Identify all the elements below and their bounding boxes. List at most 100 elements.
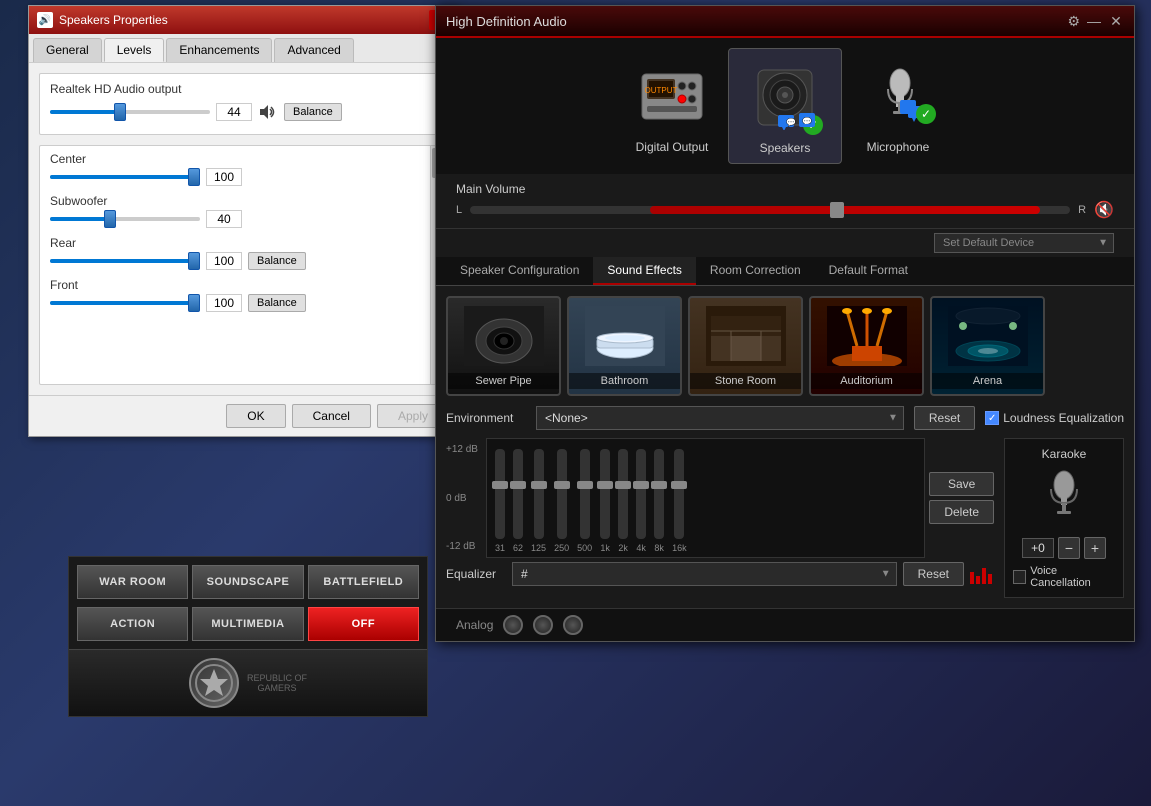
tab-levels[interactable]: Levels: [104, 38, 165, 62]
env-bathroom[interactable]: Bathroom: [567, 296, 682, 396]
eq-handle-8k[interactable]: [651, 481, 667, 489]
settings-icon[interactable]: ⚙: [1067, 13, 1080, 30]
eq-save-button[interactable]: Save: [929, 472, 994, 496]
eq-label-8k: 8k: [654, 543, 664, 553]
environment-reset-button[interactable]: Reset: [914, 406, 975, 430]
eq-delete-button[interactable]: Delete: [929, 500, 994, 524]
device-digital-output[interactable]: OUTPUT Digital Output: [616, 48, 728, 164]
rog-btn-war-room[interactable]: WAR ROOM: [77, 565, 188, 599]
sewer-pipe-label: Sewer Pipe: [448, 373, 559, 389]
balance-button-realtek[interactable]: Balance: [284, 103, 342, 121]
rear-value-input[interactable]: [206, 252, 242, 270]
eq-handle-62[interactable]: [510, 481, 526, 489]
eq-preset-select[interactable]: #: [512, 562, 897, 586]
front-thumb[interactable]: [188, 294, 200, 312]
eq-handle-16k[interactable]: [671, 481, 687, 489]
main-volume-track[interactable]: [470, 206, 1070, 214]
ok-button[interactable]: OK: [226, 404, 285, 428]
env-arena[interactable]: Arena: [930, 296, 1045, 396]
eq-handle-125[interactable]: [531, 481, 547, 489]
microphone-check-icon: ✓: [916, 104, 936, 124]
eq-slider-125[interactable]: [534, 449, 544, 539]
channel-front-slider-row: Balance: [50, 294, 436, 312]
front-value-input[interactable]: [206, 294, 242, 312]
tab-enhancements[interactable]: Enhancements: [166, 38, 272, 62]
realtek-volume-input[interactable]: 44: [216, 103, 252, 121]
karaoke-plus-button[interactable]: +: [1084, 537, 1106, 559]
eq-handle-1k[interactable]: [597, 481, 613, 489]
center-thumb[interactable]: [188, 168, 200, 186]
subwoofer-value-input[interactable]: [206, 210, 242, 228]
subwoofer-track[interactable]: [50, 217, 200, 221]
voice-cancellation-checkbox[interactable]: [1013, 570, 1026, 584]
balance-button-rear[interactable]: Balance: [248, 252, 306, 270]
center-track[interactable]: [50, 175, 200, 179]
device-speakers[interactable]: 💬 ✓ 💬 Speakers: [728, 48, 842, 164]
volume-icon[interactable]: [258, 102, 278, 122]
realtek-slider-thumb[interactable]: [114, 103, 126, 121]
tab-sound-effects[interactable]: Sound Effects: [593, 257, 696, 285]
tab-room-correction[interactable]: Room Correction: [696, 257, 815, 285]
channel-center-slider-row: [50, 168, 436, 186]
env-auditorium[interactable]: Auditorium: [809, 296, 924, 396]
eq-slider-500[interactable]: [580, 449, 590, 539]
eq-col-2k: 2k: [618, 449, 628, 553]
device-microphone[interactable]: ✓ Microphone: [842, 48, 954, 164]
eq-slider-2k[interactable]: [618, 449, 628, 539]
eq-handle-500[interactable]: [577, 481, 593, 489]
rog-btn-soundscape[interactable]: SOUNDSCAPE: [192, 565, 303, 599]
rog-btn-battlefield[interactable]: BATTLEFIELD: [308, 565, 419, 599]
eq-handle-2k[interactable]: [615, 481, 631, 489]
stone-room-label: Stone Room: [690, 373, 801, 389]
main-volume-handle[interactable]: [830, 202, 844, 218]
minimize-button[interactable]: —: [1086, 13, 1102, 29]
mute-icon[interactable]: 🔇: [1094, 200, 1114, 220]
center-value-input[interactable]: [206, 168, 242, 186]
eq-bars-icon[interactable]: [970, 564, 994, 584]
front-track[interactable]: [50, 301, 200, 305]
eq-slider-8k[interactable]: [654, 449, 664, 539]
eq-handle-4k[interactable]: [633, 481, 649, 489]
tab-general[interactable]: General: [33, 38, 102, 62]
rog-btn-action[interactable]: ACTION: [77, 607, 188, 641]
eq-label-500: 500: [577, 543, 592, 553]
digital-output-label: Digital Output: [636, 140, 709, 154]
eq-label-1k: 1k: [600, 543, 610, 553]
loudness-checkbox[interactable]: ✓: [985, 411, 999, 425]
eq-slider-1k[interactable]: [600, 449, 610, 539]
eq-handle-250[interactable]: [554, 481, 570, 489]
balance-button-front[interactable]: Balance: [248, 294, 306, 312]
cancel-button[interactable]: Cancel: [292, 404, 371, 428]
digital-output-icon-wrap: OUTPUT: [632, 56, 712, 136]
eq-slider-250[interactable]: [557, 449, 567, 539]
analog-dot-1[interactable]: [503, 615, 523, 635]
tab-advanced[interactable]: Advanced: [274, 38, 353, 62]
rear-thumb[interactable]: [188, 252, 200, 270]
default-device-select[interactable]: Set Default Device: [934, 233, 1114, 253]
arena-image: [932, 298, 1043, 373]
rear-track[interactable]: [50, 259, 200, 263]
app-icon: 🔊: [37, 12, 53, 28]
eq-slider-16k[interactable]: [674, 449, 684, 539]
rog-btn-off[interactable]: OFF: [308, 607, 419, 641]
env-stone-room[interactable]: Stone Room: [688, 296, 803, 396]
eq-slider-31[interactable]: [495, 449, 505, 539]
svg-text:💬: 💬: [802, 116, 812, 124]
hda-close-button[interactable]: ✕: [1108, 13, 1124, 29]
analog-dot-3[interactable]: [563, 615, 583, 635]
karaoke-minus-button[interactable]: −: [1058, 537, 1080, 559]
rog-btn-multimedia[interactable]: MULTIMEDIA: [192, 607, 303, 641]
realtek-slider-track[interactable]: [50, 110, 210, 114]
tab-default-format[interactable]: Default Format: [815, 257, 922, 285]
eq-slider-62[interactable]: [513, 449, 523, 539]
env-sewer-pipe[interactable]: Sewer Pipe: [446, 296, 561, 396]
eq-slider-4k[interactable]: [636, 449, 646, 539]
channel-subwoofer-slider-row: [50, 210, 436, 228]
eq-handle-31[interactable]: [492, 481, 508, 489]
environment-select[interactable]: <None>: [536, 406, 904, 430]
analog-dot-2[interactable]: [533, 615, 553, 635]
subwoofer-thumb[interactable]: [104, 210, 116, 228]
tab-speaker-configuration[interactable]: Speaker Configuration: [446, 257, 593, 285]
eq-reset-button[interactable]: Reset: [903, 562, 964, 586]
eq-plus-db-label: +12 dB: [446, 444, 482, 455]
